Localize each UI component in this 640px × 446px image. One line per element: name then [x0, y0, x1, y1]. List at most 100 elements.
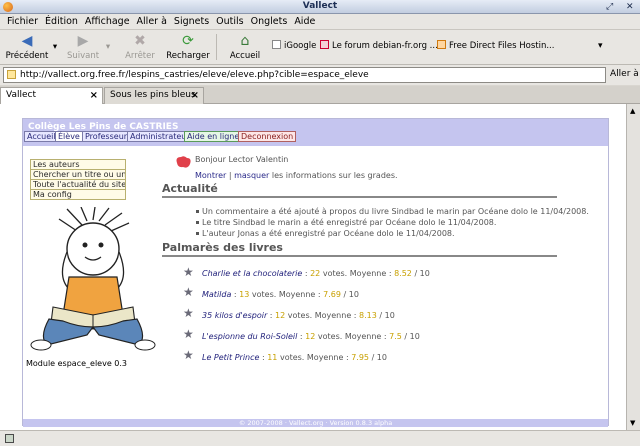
reload-button[interactable]: ⟳ Recharger	[166, 33, 210, 61]
show-grades-link[interactable]: Montrer	[195, 171, 226, 180]
module-version: Module espace_eleve 0.3	[26, 359, 128, 368]
site-page: Collège Les Pins de CASTRIES Accueil Élè…	[22, 118, 609, 427]
maximize-icon[interactable]: ⤢	[606, 2, 613, 12]
book-title-link[interactable]: 35 kilos d'espoir	[202, 311, 267, 320]
back-history-dropdown[interactable]: ▾	[51, 42, 59, 52]
home-label: Accueil	[229, 51, 261, 61]
bookmark-label: Le forum debian-fr.org ...	[332, 41, 438, 51]
bookmarks-overflow-icon[interactable]: ▾	[598, 41, 603, 51]
scroll-up-icon[interactable]: ▲	[630, 107, 635, 115]
menu-link-actualite[interactable]: Toute l'actualité du site	[30, 179, 126, 189]
connection-status-icon	[5, 434, 14, 443]
nav-eleve[interactable]: Élève	[55, 131, 83, 142]
votes-label: votes. Moyenne :	[251, 290, 321, 299]
child-reading-mascot	[30, 207, 156, 351]
tab-vallect[interactable]: Vallect ×	[0, 87, 103, 105]
tab-label: Vallect	[6, 90, 36, 100]
book-votes: 22	[310, 269, 321, 278]
forward-arrow-icon: ▶	[77, 33, 89, 49]
stop-label: Arrêter	[125, 51, 155, 61]
back-button[interactable]: ◀ Précédent	[4, 33, 50, 61]
nav-professeur[interactable]: Professeur	[82, 131, 131, 142]
address-bar: http://vallect.org.free.fr/lespins_castr…	[0, 65, 640, 85]
star-icon: ★	[183, 285, 194, 299]
book-votes: 12	[305, 332, 316, 341]
scroll-down-icon[interactable]: ▼	[630, 419, 635, 427]
votes-label: votes. Moyenne :	[287, 311, 357, 320]
close-tab-icon[interactable]: ×	[90, 88, 98, 103]
menu-onglets[interactable]: Onglets	[251, 14, 288, 30]
book-max: / 10	[414, 269, 430, 278]
book-title-link[interactable]: Le Petit Prince	[202, 353, 259, 362]
forward-history-dropdown[interactable]: ▾	[104, 42, 112, 52]
bookmark-debian-forum[interactable]: Le forum debian-fr.org ...	[320, 40, 438, 51]
go-button[interactable]: Aller à	[610, 69, 639, 79]
menu-link-config[interactable]: Ma config	[30, 189, 126, 200]
votes-label: votes. Moyenne :	[322, 269, 392, 278]
google-favicon-icon	[272, 40, 281, 49]
site-favicon-icon	[7, 70, 16, 79]
menu-fichier[interactable]: Fichier	[7, 14, 38, 30]
stop-button[interactable]: ✖ Arrêter	[120, 33, 160, 61]
book-title-link[interactable]: L'espionne du Roi-Soleil	[202, 332, 297, 341]
back-label: Précédent	[5, 51, 49, 61]
bookmark-label: iGoogle	[284, 41, 317, 51]
nav-deconnexion[interactable]: Deconnexion	[238, 131, 297, 142]
menu-link-chercher[interactable]: Chercher un titre ou un défi	[30, 169, 126, 179]
nav-administrateur[interactable]: Administrateur	[127, 131, 193, 142]
news-heading: Actualité	[162, 182, 218, 195]
book-max: / 10	[404, 332, 420, 341]
book-votes: 11	[267, 353, 278, 362]
book-votes: 13	[239, 290, 250, 299]
forward-label: Suivant	[66, 51, 100, 61]
url-input[interactable]: http://vallect.org.free.fr/lespins_castr…	[3, 67, 606, 83]
book-row: Le Petit Prince : 11 votes. Moyenne : 7.…	[202, 353, 387, 362]
tab-label: Sous les pins bleus	[110, 90, 196, 100]
nav-accueil[interactable]: Accueil	[24, 131, 59, 142]
tab-sous-les-pins[interactable]: Sous les pins bleus ×	[104, 87, 204, 104]
window-title: Vallect	[302, 1, 338, 11]
forward-button[interactable]: ▶ Suivant	[64, 33, 102, 61]
menu-aller[interactable]: Aller à	[137, 14, 167, 30]
news-item: Le titre Sindbad le marin a été enregist…	[195, 218, 497, 227]
menu-edition[interactable]: Édition	[45, 14, 78, 30]
star-icon: ★	[183, 265, 194, 279]
book-title-link[interactable]: Charlie et la chocolaterie	[202, 269, 302, 278]
nav-aide[interactable]: Aide en ligne	[184, 131, 243, 142]
news-divider	[162, 196, 557, 198]
menu-outils[interactable]: Outils	[216, 14, 243, 30]
menu-aide[interactable]: Aide	[294, 14, 315, 30]
bookmark-igoogle[interactable]: iGoogle	[272, 40, 316, 51]
menu-link-auteurs[interactable]: Les auteurs	[30, 159, 126, 169]
user-avatar-icon	[176, 156, 191, 168]
book-average: 7.5	[389, 332, 402, 341]
book-row: L'espionne du Roi-Soleil : 12 votes. Moy…	[202, 332, 420, 341]
bookmark-free-hosting[interactable]: Free Direct Files Hostin...	[437, 40, 554, 51]
book-row: Charlie et la chocolaterie : 22 votes. M…	[202, 269, 430, 278]
status-bar	[0, 430, 640, 446]
grades-toggle: Montrer | masquer les informations sur l…	[195, 171, 398, 180]
book-max: / 10	[379, 311, 395, 320]
vertical-scrollbar[interactable]: ▲ ▼	[626, 104, 640, 430]
hide-grades-link[interactable]: masquer	[234, 171, 269, 180]
book-row: 35 kilos d'espoir : 12 votes. Moyenne : …	[202, 311, 395, 320]
ranking-heading: Palmarès des livres	[162, 241, 283, 254]
home-button[interactable]: ⌂ Accueil	[227, 33, 263, 61]
menu-affichage[interactable]: Affichage	[85, 14, 130, 30]
hosting-favicon-icon	[437, 40, 446, 49]
page-viewport: Collège Les Pins de CASTRIES Accueil Élè…	[0, 104, 640, 430]
book-average: 8.13	[359, 311, 377, 320]
book-title-link[interactable]: Matilda	[202, 290, 231, 299]
close-tab-icon[interactable]: ×	[191, 88, 199, 103]
book-max: / 10	[343, 290, 359, 299]
ranking-divider	[162, 255, 557, 257]
menu-signets[interactable]: Signets	[174, 14, 209, 30]
book-max: / 10	[371, 353, 387, 362]
reload-label: Recharger	[166, 51, 210, 61]
left-menu: Les auteurs Chercher un titre ou un défi…	[30, 159, 126, 200]
close-window-icon[interactable]: ✕	[626, 2, 634, 12]
toolbar-separator	[216, 34, 217, 60]
tab-bar: Vallect × Sous les pins bleus ×	[0, 86, 640, 105]
bookmark-label: Free Direct Files Hostin...	[449, 41, 555, 51]
site-footer: © 2007-2008 · Vallect.org · Version 0.8.…	[23, 419, 608, 427]
